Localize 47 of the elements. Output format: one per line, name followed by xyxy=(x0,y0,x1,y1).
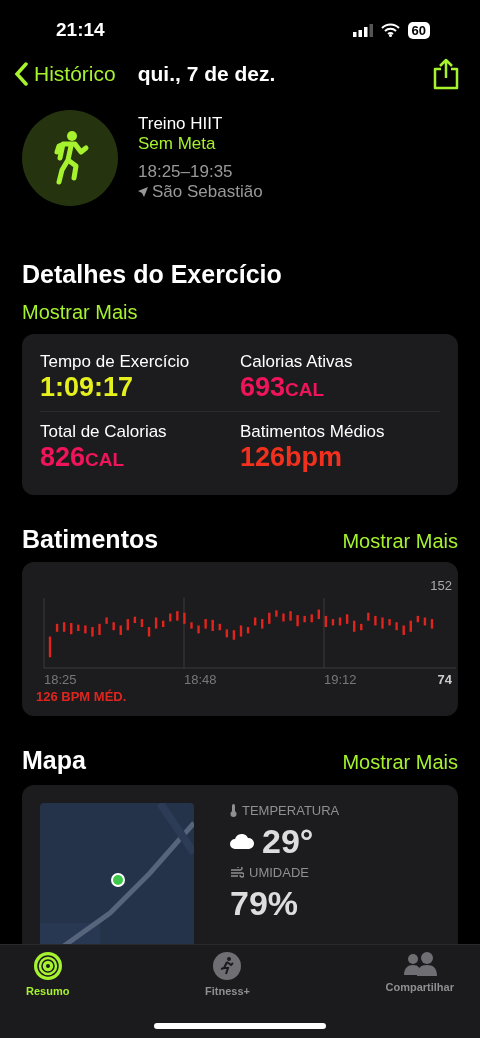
axis-label: 18:25 xyxy=(44,672,77,685)
share-button[interactable] xyxy=(432,58,460,90)
show-more-link[interactable]: Mostrar Mais xyxy=(342,751,458,774)
workout-name: Treino HIIT xyxy=(138,114,224,134)
tab[interactable]: Compartilhar xyxy=(379,945,460,1003)
metric-label: Tempo de Exercício xyxy=(40,352,191,372)
cloud-icon xyxy=(230,834,254,849)
location-arrow-icon xyxy=(138,187,148,197)
show-more-link[interactable]: Mostrar Mais xyxy=(342,530,458,553)
battery-level: 60 xyxy=(407,21,430,39)
axis-label: 152 xyxy=(430,578,452,593)
workout-goal: Sem Meta xyxy=(138,134,217,154)
rings-icon xyxy=(32,951,63,981)
thermometer-icon xyxy=(230,804,237,817)
back-button[interactable]: Histórico xyxy=(14,62,116,86)
axis-label: 19:12 xyxy=(324,672,357,685)
workout-time: 18:25–19:35 xyxy=(138,162,234,182)
tab[interactable]: Resumo xyxy=(20,945,76,1003)
metric-value: 126bpm xyxy=(240,442,344,473)
signal-icon xyxy=(352,23,373,37)
weather-value: 29° xyxy=(262,822,314,861)
weather-label: TEMPERATURA xyxy=(242,803,340,818)
workout-location: São Sebastião xyxy=(152,182,263,202)
weather-label: UMIDADE xyxy=(249,865,309,880)
tab[interactable]: Fitness+ xyxy=(199,945,256,1003)
show-more-link[interactable]: Mostrar Mais xyxy=(22,301,138,323)
section-title: Mapa xyxy=(22,746,86,775)
share-icon xyxy=(432,58,460,90)
runner-icon xyxy=(212,951,243,981)
nav-title: qui., 7 de dez. xyxy=(137,62,277,86)
weather-value: 79% xyxy=(230,884,299,923)
metric-value: 826CAL xyxy=(40,442,126,473)
chevron-left-icon xyxy=(14,62,28,86)
metric-label: Total de Calorias xyxy=(40,422,168,442)
wind-icon xyxy=(230,866,244,879)
people-icon xyxy=(402,951,437,977)
average-heart-rate: 126 BPM MÉD. xyxy=(36,689,128,704)
metric-label: Calorias Ativas xyxy=(240,352,354,372)
metric-label: Batimentos Médios xyxy=(240,422,386,442)
section-title: Batimentos xyxy=(22,525,159,554)
section-title: Detalhes do Exercício xyxy=(22,260,283,289)
axis-label: 18:48 xyxy=(184,672,217,685)
wifi-icon xyxy=(380,23,400,37)
status-time: 21:14 xyxy=(56,19,105,41)
axis-label: 74 xyxy=(437,672,452,685)
metric-value: 1:09:17 xyxy=(40,372,135,403)
metric-value: 693CAL xyxy=(240,372,326,403)
